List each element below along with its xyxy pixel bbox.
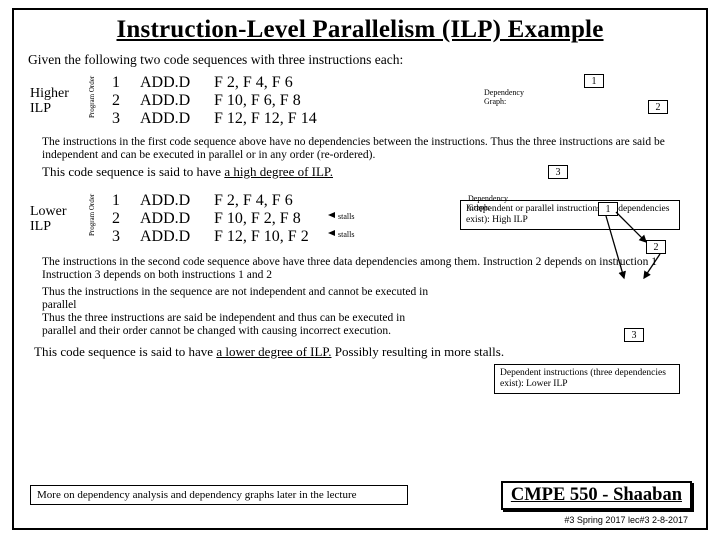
seq1-r1-n: 1 (112, 74, 140, 92)
course-label: CMPE 550 - Shaaban (501, 481, 692, 510)
seq2: Lower ILP Program Order 1ADD.DF 2, F 4, … (28, 190, 692, 250)
dep-graph-label-1: Dependency Graph: (484, 88, 524, 106)
hi2a: This code sequence is said to have (34, 344, 216, 359)
lowerilp-box: Dependent instructions (three dependenci… (494, 364, 680, 394)
lower-ilp-label: Lower ILP (30, 204, 67, 234)
seq1-node-3: 3 (548, 165, 568, 179)
seq2-r1-op: ADD.D (140, 192, 214, 210)
stall-text-2: stalls (338, 230, 354, 239)
seq1: Higher ILP Program Order 1ADD.DF 2, F 4,… (28, 72, 692, 132)
hi1a: This code sequence is said to have (42, 164, 224, 179)
arrow-left-icon (328, 230, 335, 236)
seq1-node-1: 1 (584, 74, 604, 88)
dep-graph-arrows (588, 200, 708, 310)
seq1-r1-args: F 2, F 4, F 6 (214, 74, 293, 92)
dep-graph-label-2: Dependency Graph: (468, 194, 508, 212)
hi2c: Possibly resulting in more stalls. (331, 344, 504, 359)
seq1-r2-op: ADD.D (140, 92, 214, 110)
seq1-node-2: 2 (648, 100, 668, 114)
seq1-r2-args: F 10, F 6, F 8 (214, 92, 301, 110)
seq2-r2-op: ADD.D (140, 210, 214, 228)
seq2-r1-n: 1 (112, 192, 140, 210)
program-order-label-1: Program Order (88, 76, 96, 118)
seq2-paragraph-b: Thus the instructions in the sequence ar… (42, 286, 442, 338)
seq1-paragraph: The instructions in the first code seque… (42, 136, 692, 162)
seq1-r2-n: 2 (112, 92, 140, 110)
page-number: #3 Spring 2017 lec#3 2-8-2017 (564, 515, 688, 525)
seq2-node-3: 3 (624, 328, 644, 342)
slide-frame: Instruction-Level Parallelism (ILP) Exam… (12, 8, 708, 530)
seq1-r3-n: 3 (112, 110, 140, 128)
seq1-r3-args: F 12, F 12, F 14 (214, 110, 317, 128)
hi2b: a lower degree of ILP. (216, 344, 331, 359)
seq1-r1-op: ADD.D (140, 74, 214, 92)
seq1-r3-op: ADD.D (140, 110, 214, 128)
hi1b: a high degree of ILP. (224, 164, 333, 179)
seq2-highlight: This code sequence is said to have a low… (34, 344, 692, 360)
seq2-r2-n: 2 (112, 210, 140, 228)
seq2-r3-args: F 12, F 10, F 2 (214, 228, 309, 246)
seq2-r3-op: ADD.D (140, 228, 214, 246)
seq1-code: 1ADD.DF 2, F 4, F 6 2ADD.DF 10, F 6, F 8… (112, 74, 317, 128)
intro-text: Given the following two code sequences w… (28, 52, 692, 68)
arrow-left-icon (328, 212, 335, 218)
seq1-highlight: This code sequence is said to have a hig… (42, 164, 692, 180)
seq2-r2-args: F 10, F 2, F 8 (214, 210, 301, 228)
slide-title: Instruction-Level Parallelism (ILP) Exam… (14, 16, 706, 44)
higher-ilp-label: Higher ILP (30, 86, 69, 116)
seq2-r3-n: 3 (112, 228, 140, 246)
footer-note: More on dependency analysis and dependen… (30, 485, 408, 505)
stall-label-1: stalls (328, 212, 354, 221)
program-order-label-2: Program Order (88, 194, 96, 236)
stall-label-2: stalls (328, 230, 354, 239)
seq2-r1-args: F 2, F 4, F 6 (214, 192, 293, 210)
seq2-code: 1ADD.DF 2, F 4, F 6 2ADD.DF 10, F 2, F 8… (112, 192, 309, 246)
stall-text-1: stalls (338, 212, 354, 221)
